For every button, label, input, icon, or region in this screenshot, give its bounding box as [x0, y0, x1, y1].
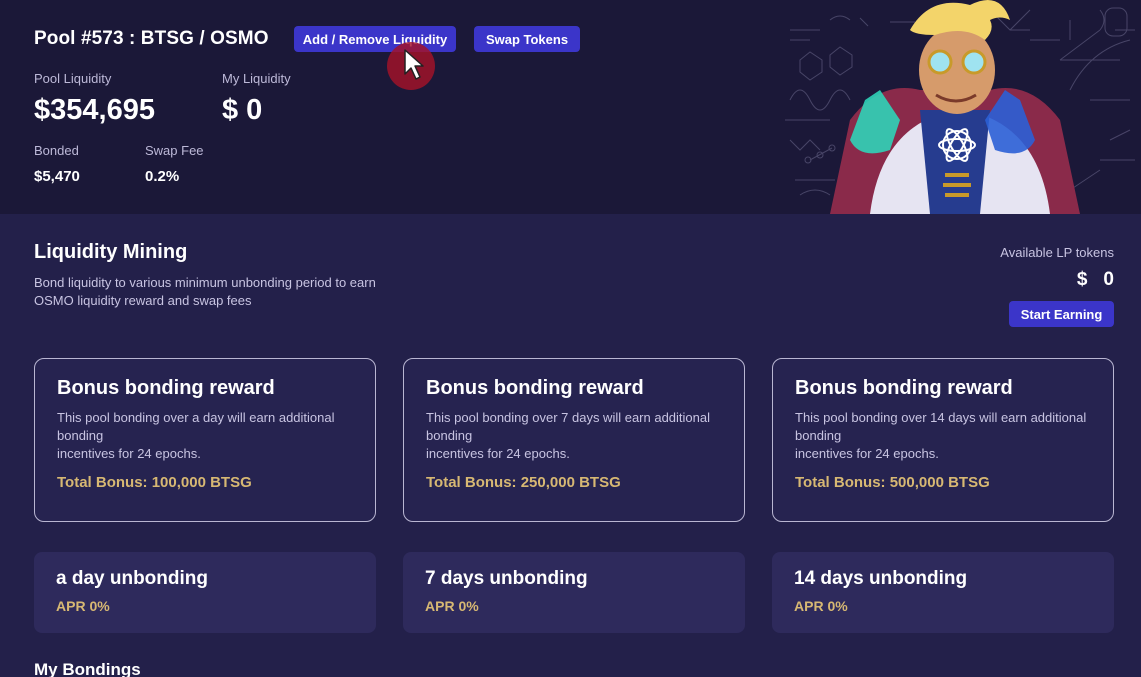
bonus-card: Bonus bonding reward This pool bonding o… [34, 358, 376, 522]
bonus-desc-line: This pool bonding over a day will earn a… [57, 410, 335, 443]
bonus-card-total: Total Bonus: 100,000 BTSG [57, 474, 252, 491]
bonus-card-description: This pool bonding over 7 days will earn … [426, 409, 726, 463]
bonus-card: Bonus bonding reward This pool bonding o… [403, 358, 745, 522]
bonus-card-title: Bonus bonding reward [57, 377, 275, 399]
swap-tokens-button[interactable]: Swap Tokens [474, 26, 580, 52]
description-line: Bond liquidity to various minimum unbond… [34, 275, 376, 290]
my-liquidity-label: My Liquidity [222, 71, 291, 86]
description-line: OSMO liquidity reward and swap fees [34, 293, 252, 308]
bonus-desc-line: incentives for 24 epochs. [57, 446, 201, 461]
start-earning-button[interactable]: Start Earning [1009, 301, 1114, 327]
bonus-card-description: This pool bonding over a day will earn a… [57, 409, 357, 463]
bonus-card-title: Bonus bonding reward [795, 377, 1013, 399]
unbonding-card[interactable]: 14 days unbonding APR 0% [772, 552, 1114, 633]
available-lp-value: $0 [1077, 269, 1114, 291]
bonus-desc-line: incentives for 24 epochs. [426, 446, 570, 461]
unbonding-card-apr: APR 0% [794, 598, 848, 614]
pool-liquidity-value: $354,695 [34, 94, 155, 126]
bonus-desc-line: incentives for 24 epochs. [795, 446, 939, 461]
liquidity-mining-title: Liquidity Mining [34, 241, 188, 263]
unbonding-card-title: 14 days unbonding [794, 568, 968, 589]
bonus-card-description: This pool bonding over 14 days will earn… [795, 409, 1095, 463]
my-bondings-title: My Bondings [34, 660, 141, 677]
bonus-card-total: Total Bonus: 250,000 BTSG [426, 474, 621, 491]
bonus-card: Bonus bonding reward This pool bonding o… [772, 358, 1114, 522]
unbonding-card[interactable]: a day unbonding APR 0% [34, 552, 376, 633]
add-remove-liquidity-button[interactable]: Add / Remove Liquidity [294, 26, 456, 52]
pool-header: Pool #573 : BTSG / OSMO Add / Remove Liq… [0, 0, 1141, 214]
unbonding-card-title: a day unbonding [56, 568, 208, 589]
bonus-desc-line: This pool bonding over 14 days will earn… [795, 410, 1087, 443]
mouse-pointer-icon [404, 49, 424, 80]
wizard-scientist-illustration [785, 0, 1135, 214]
liquidity-mining-description: Bond liquidity to various minimum unbond… [34, 274, 414, 310]
currency-symbol: $ [1076, 269, 1088, 290]
bonus-desc-line: This pool bonding over 7 days will earn … [426, 410, 711, 443]
bonded-value: $5,470 [34, 168, 80, 185]
swap-fee-value: 0.2% [145, 168, 180, 185]
pool-liquidity-label: Pool Liquidity [34, 71, 112, 86]
available-lp-label: Available LP tokens [1000, 245, 1114, 260]
unbonding-card-apr: APR 0% [56, 598, 110, 614]
bonus-card-title: Bonus bonding reward [426, 377, 644, 399]
swap-fee-label: Swap Fee [145, 143, 204, 158]
bonded-label: Bonded [34, 143, 79, 158]
lp-amount: 0 [1103, 269, 1114, 290]
unbonding-card[interactable]: 7 days unbonding APR 0% [403, 552, 745, 633]
pool-title: Pool #573 : BTSG / OSMO [34, 28, 269, 49]
unbonding-card-title: 7 days unbonding [425, 568, 588, 589]
my-liquidity-value: $ 0 [222, 94, 263, 126]
bonus-card-total: Total Bonus: 500,000 BTSG [795, 474, 990, 491]
unbonding-card-apr: APR 0% [425, 598, 479, 614]
